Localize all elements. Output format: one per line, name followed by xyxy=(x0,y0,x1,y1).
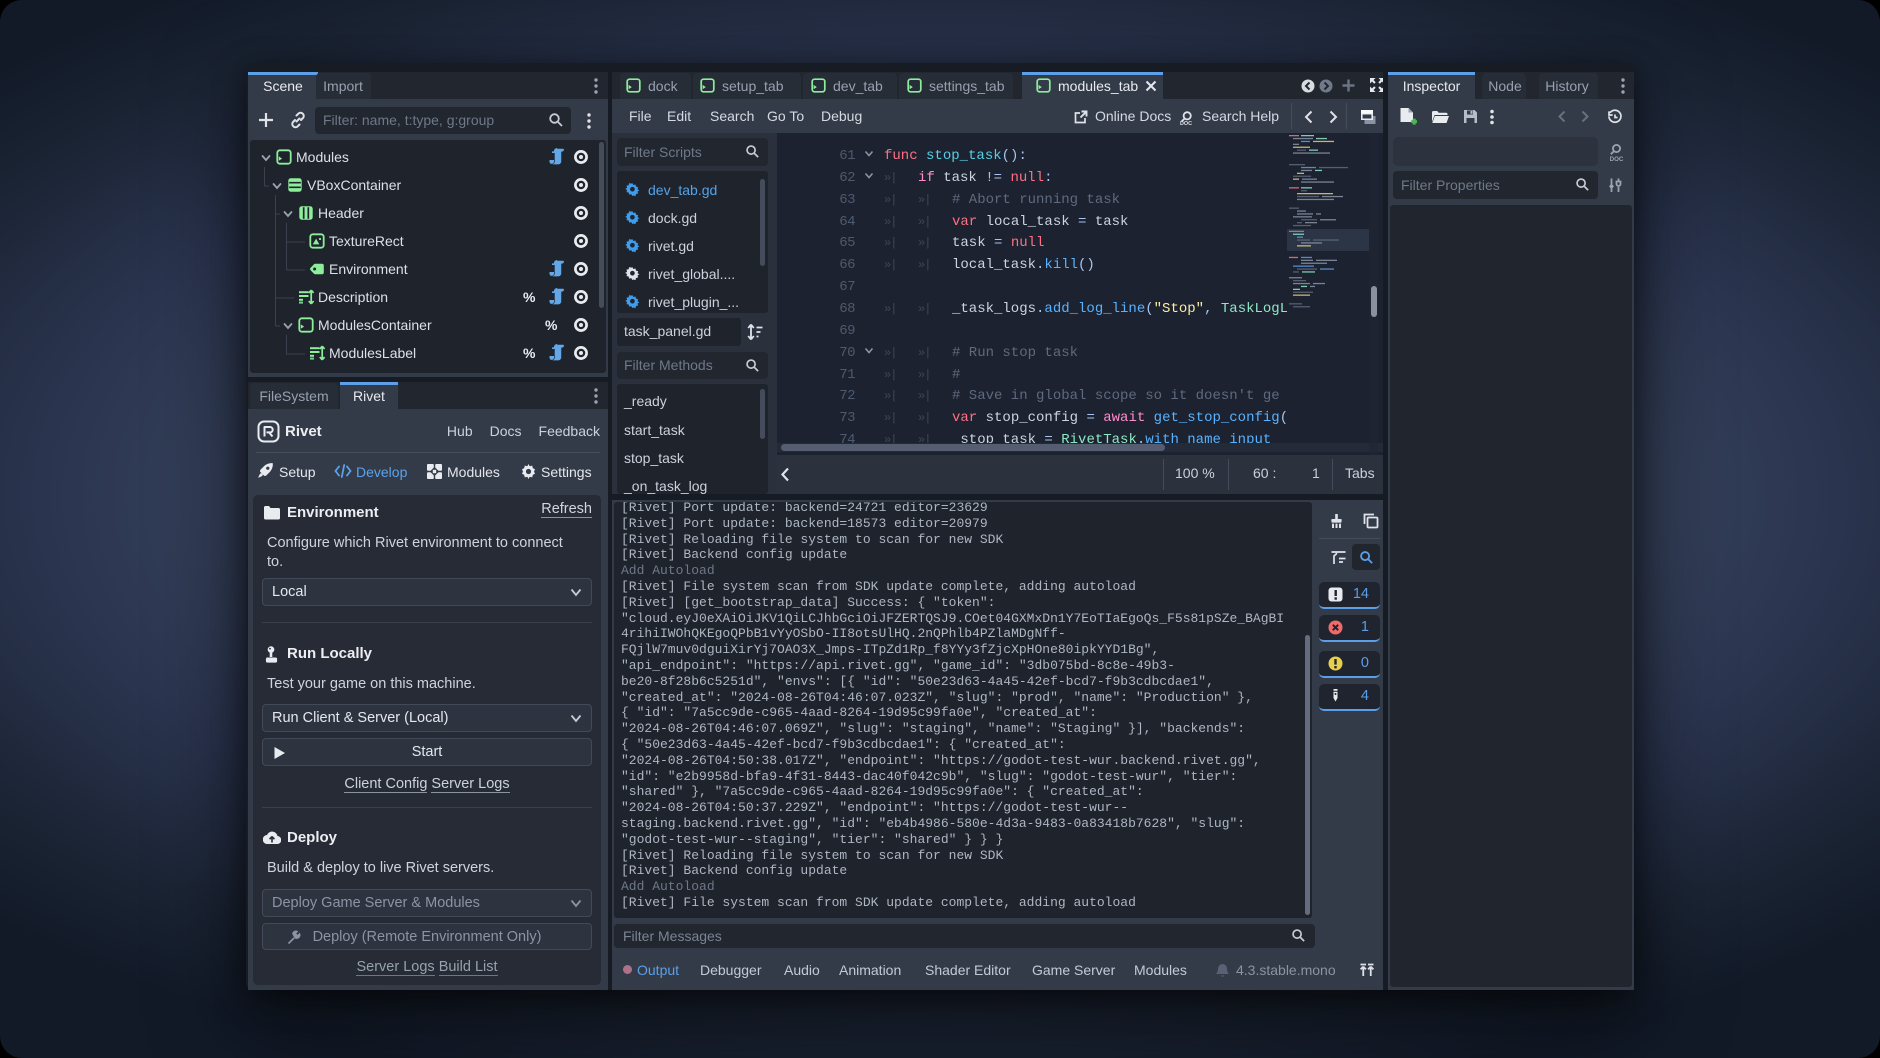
svg-text:DOC: DOC xyxy=(1610,156,1624,162)
svg-text:DOC: DOC xyxy=(1180,121,1192,126)
